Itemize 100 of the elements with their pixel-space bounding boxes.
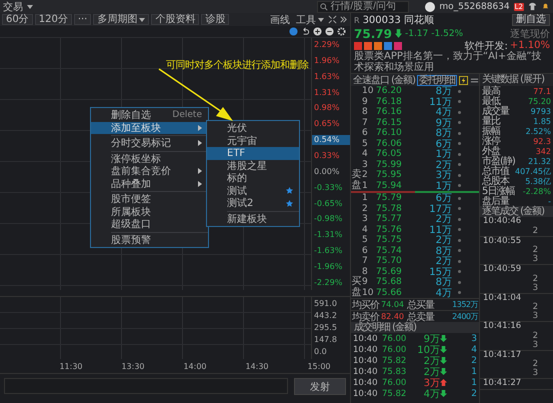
summary-label: 总卖量 <box>407 310 434 322</box>
toolbar-button[interactable]: 120分 <box>34 14 72 25</box>
trade-price: 75.82 <box>382 356 408 366</box>
level-number: 8 <box>362 107 369 118</box>
user-name[interactable]: mo_552688634 <box>439 2 510 12</box>
zoom-in-icon[interactable] <box>313 27 322 36</box>
bid-price: 75.70 <box>376 256 403 266</box>
tick-count: 2 <box>532 246 539 255</box>
axis-label: 147.8 <box>313 335 338 345</box>
ask-volume: 2万 <box>434 158 452 171</box>
shirt-icon[interactable] <box>528 2 537 11</box>
bid-price: 75.77 <box>376 214 403 224</box>
menu-item[interactable]: 分时交易标记 <box>91 137 208 150</box>
ask-volume: 8万 <box>434 128 452 140</box>
menu-item[interactable]: 光伏 <box>207 122 299 134</box>
dot-icon <box>458 196 461 200</box>
tag-icon[interactable] <box>374 42 382 50</box>
menu-item[interactable]: 盘前集合竞价 <box>91 165 208 178</box>
menu-item[interactable]: 股市便签 <box>91 193 208 206</box>
summary-price: 74.04 <box>380 300 404 309</box>
axis-label: -1.31% <box>313 230 344 240</box>
sector-change: +1.10% <box>510 40 550 51</box>
menu-item[interactable]: 品种叠加 <box>91 178 208 190</box>
menu-item[interactable]: 超级盘口 <box>91 218 208 230</box>
menu-item[interactable]: 涨停板坐标 <box>91 152 208 165</box>
ask-volume: 1万 <box>434 148 452 160</box>
bid-price: 75.78 <box>376 204 403 214</box>
input-field[interactable] <box>4 378 288 394</box>
summary-total: 2400万 <box>452 311 478 322</box>
sector-label: 软件开发: <box>464 40 508 52</box>
menu-item[interactable]: 标的 <box>207 172 299 184</box>
order-detail-button[interactable]: 委托明细 <box>416 74 457 86</box>
toolbar-link[interactable]: 工具 <box>294 12 326 26</box>
section-header[interactable]: 关键数据 (展开) <box>480 74 553 86</box>
toolbar-button[interactable]: 诊股 <box>201 14 230 25</box>
percent-change: -1.52% <box>431 28 464 38</box>
dot-icon <box>458 238 461 242</box>
menu-item[interactable]: 元宇宙 <box>207 134 299 147</box>
info-icon[interactable] <box>289 27 298 36</box>
level-number: 6 <box>362 128 369 138</box>
avatar-icon[interactable] <box>425 2 436 12</box>
trade-count: 2 <box>471 388 477 398</box>
dot-icon <box>458 270 461 274</box>
bid-volume: 2万 <box>434 214 452 226</box>
level-number: 10 <box>362 86 374 96</box>
data-value: 92.3 <box>533 136 551 146</box>
zoom-out-icon[interactable] <box>325 27 334 36</box>
tick-count: 2 <box>532 360 539 369</box>
dot-icon <box>458 260 461 263</box>
data-value: 2.52% <box>526 126 551 136</box>
axis-label: 0.33% <box>313 151 340 162</box>
ask-volume: 9万 <box>434 116 452 129</box>
tag-icon[interactable] <box>394 42 402 50</box>
time-label: 11:30 <box>59 362 83 370</box>
lightning-icon[interactable] <box>458 76 468 84</box>
toolbar-link[interactable]: 画线 <box>268 12 292 26</box>
toolbar-button[interactable]: 多周期图 <box>93 14 150 25</box>
expand-icon[interactable] <box>328 15 337 24</box>
ask-price: 76.18 <box>376 96 403 107</box>
watchlist-button[interactable]: 删自选 <box>512 14 550 26</box>
data-value: -2.28% <box>522 186 551 196</box>
level-number: 1 <box>362 193 369 204</box>
level-number: 8 <box>362 266 369 277</box>
stock-title: 300033 同花顺 <box>362 14 434 27</box>
level-number: 2 <box>362 204 369 214</box>
ask-volume: 4万 <box>434 106 452 118</box>
price-mode-label: 逐笔现价 <box>510 28 550 40</box>
menu-item[interactable]: 测试 <box>207 184 299 197</box>
dot-icon <box>458 152 461 156</box>
bell-icon[interactable] <box>541 2 550 11</box>
dot-icon <box>458 90 461 93</box>
toolbar-button[interactable]: 60分 <box>2 14 33 25</box>
menu-item[interactable]: 删除自选 Delete <box>91 109 208 122</box>
send-button[interactable]: 发射 <box>294 378 346 394</box>
menu-item[interactable]: 添加至板块 <box>91 122 208 134</box>
menu-item[interactable]: 新建板块 <box>207 212 299 225</box>
menu-item[interactable]: 所属板块 <box>91 206 208 218</box>
menu-item[interactable]: 测试2 <box>207 197 299 210</box>
menu-item[interactable]: ETF <box>207 147 299 160</box>
tag-icon[interactable] <box>354 42 362 50</box>
tag-icon[interactable] <box>384 42 392 50</box>
tick-count: 3 <box>532 284 539 292</box>
menu-icon[interactable] <box>470 76 479 84</box>
menu-item[interactable]: 港股之星 <box>207 160 299 172</box>
ask-price: 76.05 <box>376 149 403 160</box>
data-value: 5.38亿 <box>525 176 551 186</box>
tick-count: 2 <box>532 332 539 340</box>
menu-item[interactable]: 股票预警 <box>91 234 208 246</box>
level-number: 7 <box>362 256 369 266</box>
chevron-icon[interactable] <box>339 15 348 24</box>
search-field[interactable]: 行情/股票/问句 <box>317 0 410 12</box>
trade-menu[interactable]: 交易 <box>3 0 33 14</box>
trade-price: 76.00 <box>382 334 408 344</box>
toolbar-button[interactable]: ··· <box>74 14 92 25</box>
undo-icon[interactable] <box>301 27 310 36</box>
toolbar-button[interactable]: 个股资料 <box>151 14 200 25</box>
axis-label: -2.29% <box>313 278 344 288</box>
trade-time: 10:40 <box>353 378 378 388</box>
tag-icon[interactable] <box>364 42 372 50</box>
settings-icon[interactable] <box>337 27 346 36</box>
